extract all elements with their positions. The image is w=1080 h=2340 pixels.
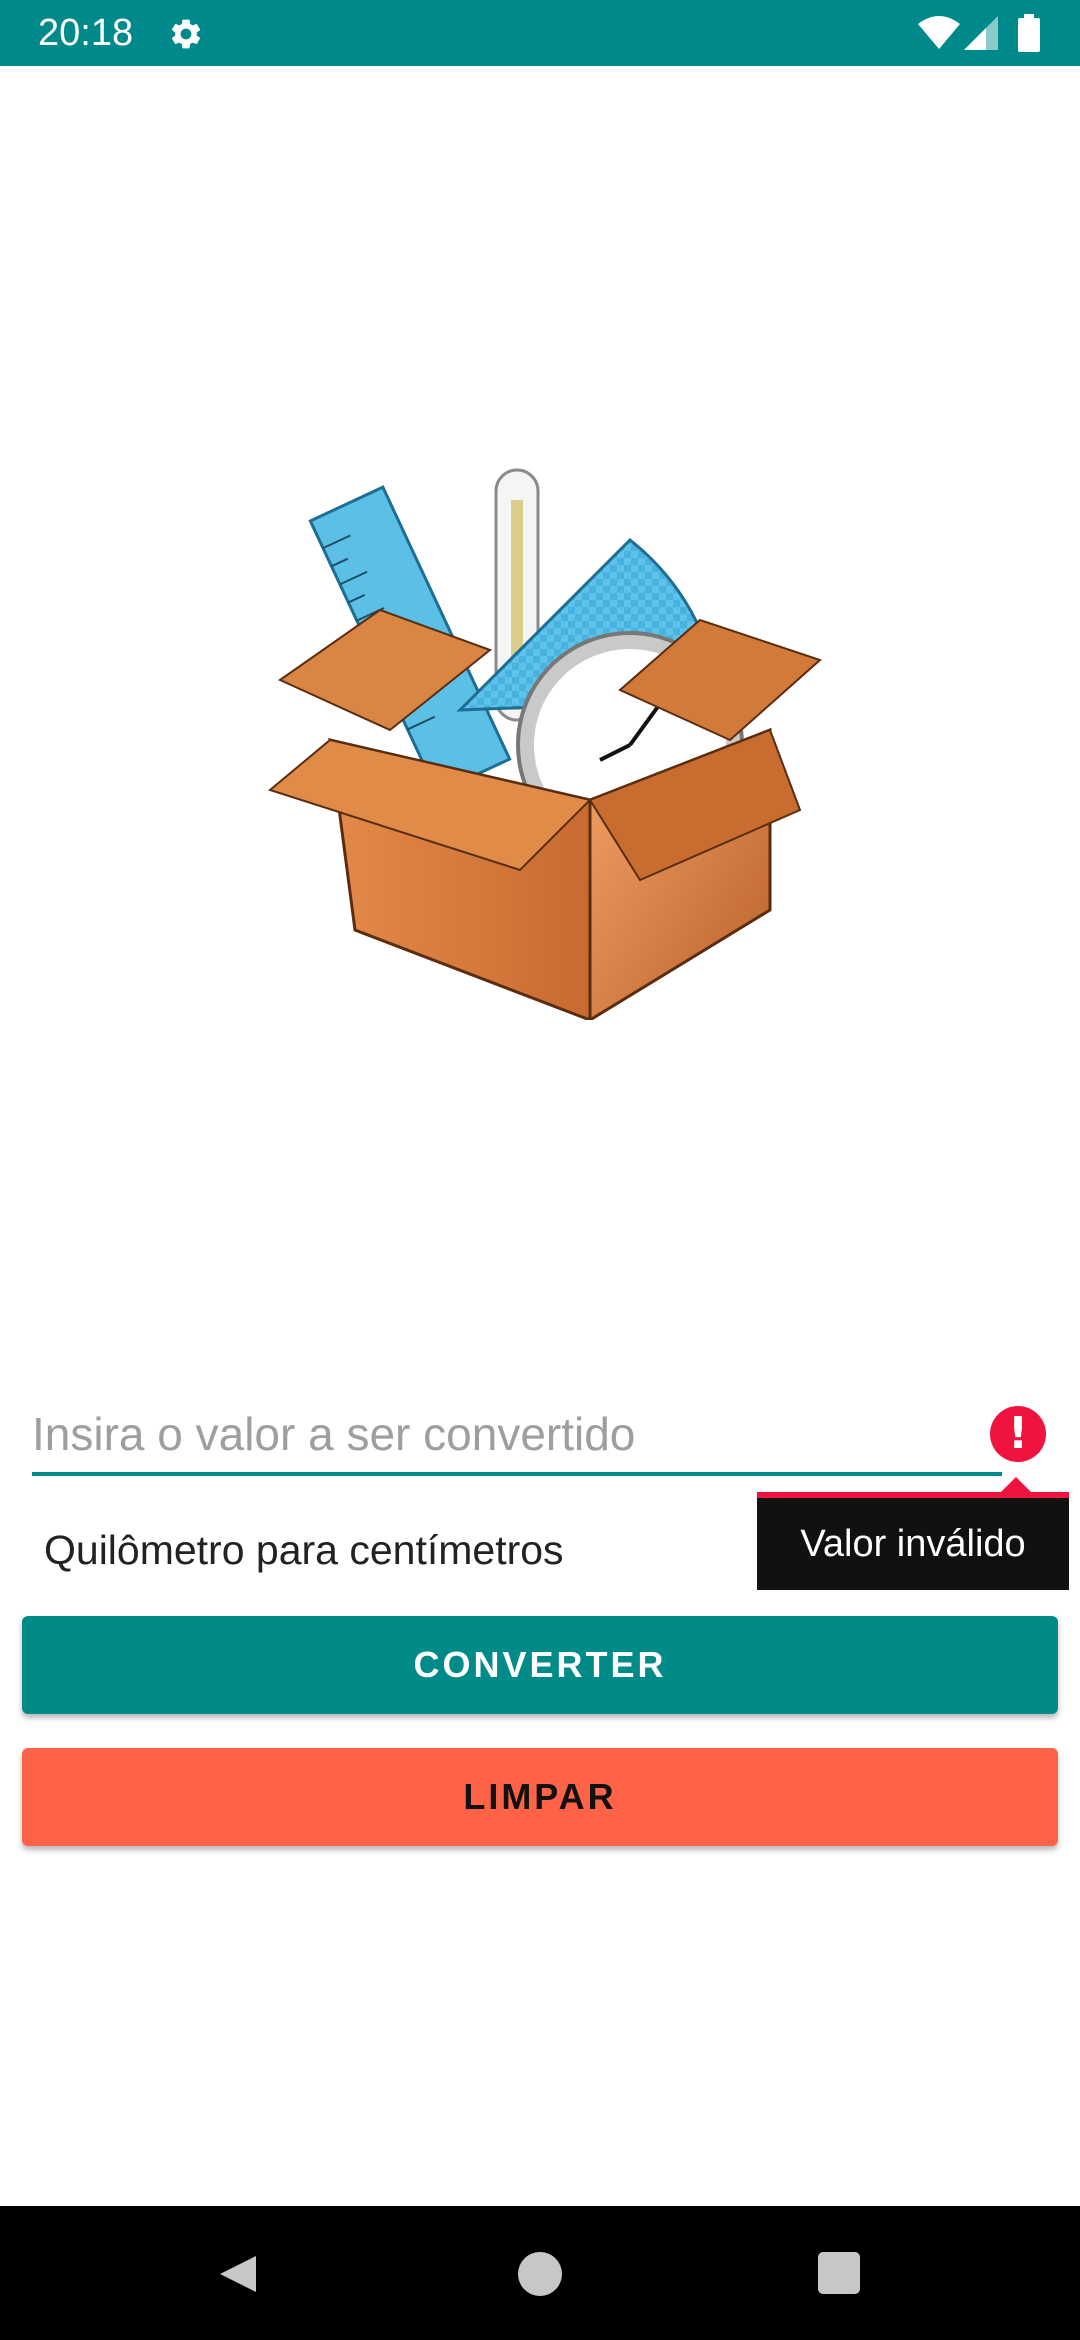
battery-icon <box>1018 14 1040 52</box>
convert-button[interactable]: CONVERTER <box>22 1616 1058 1714</box>
status-bar: 20:18 <box>0 0 1080 66</box>
wifi-icon <box>918 16 960 49</box>
error-tooltip-arrow <box>1001 1477 1031 1492</box>
back-triangle-icon[interactable] <box>216 2252 260 2296</box>
toolbox-illustration <box>267 468 822 1020</box>
status-time: 20:18 <box>38 12 134 54</box>
gear-icon <box>171 19 201 49</box>
home-circle-icon[interactable] <box>518 2252 562 2296</box>
navigation-bar <box>0 2206 1080 2340</box>
error-tooltip: Valor inválido <box>757 1498 1069 1590</box>
conversion-type-spinner[interactable]: Quilômetro para centímetros <box>44 1522 564 1578</box>
error-icon[interactable]: ! <box>990 1406 1046 1462</box>
value-input[interactable] <box>32 1396 1002 1476</box>
cell-signal-icon <box>964 16 998 50</box>
clear-button[interactable]: LIMPAR <box>22 1748 1058 1846</box>
recent-apps-square-icon[interactable] <box>818 2252 860 2294</box>
